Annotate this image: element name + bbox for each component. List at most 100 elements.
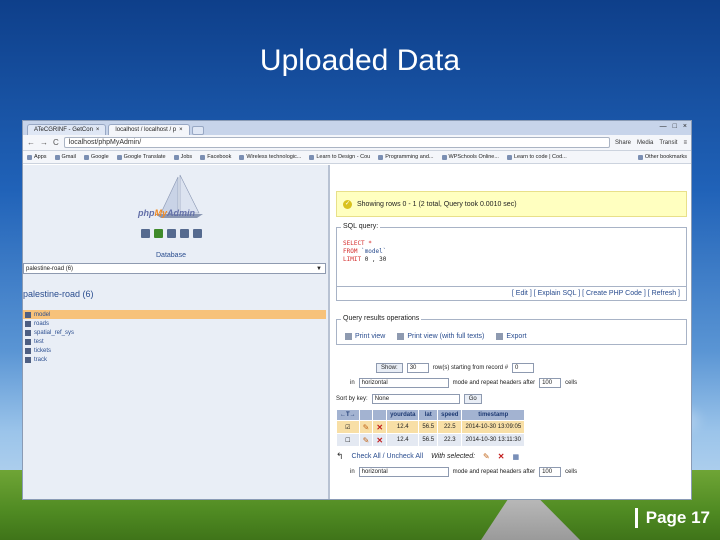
database-select[interactable]: palestine-road (6) ▼ xyxy=(23,263,326,274)
bulk-edit-icon[interactable]: ✎ xyxy=(483,452,490,461)
table-item-track[interactable]: track xyxy=(23,355,326,364)
other-bookmarks[interactable]: Other bookmarks xyxy=(637,154,687,160)
delete-icon[interactable]: ✕ xyxy=(372,420,388,434)
table-icon xyxy=(25,347,31,354)
docs-icon[interactable] xyxy=(180,229,189,238)
maximize-icon[interactable]: □ xyxy=(673,123,677,130)
menu-icon[interactable]: ≡ xyxy=(683,140,687,146)
edit-icon[interactable]: ✎ xyxy=(358,433,374,447)
column-header-speed[interactable]: speed xyxy=(437,409,463,421)
transit-button[interactable]: Transit xyxy=(659,140,677,146)
page-number-label: Page 17 xyxy=(634,508,710,528)
results-table: ←T→ yourdata lat speed timestamp ☑ ✎ ✕ 1… xyxy=(336,409,526,447)
share-button[interactable]: Share xyxy=(615,140,631,146)
bookmark-facebook[interactable]: Facebook xyxy=(200,154,231,160)
print-icon xyxy=(345,333,352,340)
check-all-link[interactable]: Check All / Uncheck All xyxy=(352,453,424,460)
page-icon xyxy=(441,154,447,160)
chevron-down-icon: ▼ xyxy=(316,266,322,272)
delete-icon[interactable]: ✕ xyxy=(372,433,388,447)
bookmark-w3schools[interactable]: WPSchools Online... xyxy=(441,154,499,160)
bookmarks-bar: Apps Gmail Google Google Translate Jobs … xyxy=(23,151,691,164)
tab-label: ATeCGRINF - GetCon xyxy=(34,127,93,133)
column-header-timestamp[interactable]: timestamp xyxy=(461,409,526,421)
folder-icon xyxy=(637,154,643,160)
mode-select[interactable]: horizontal xyxy=(358,378,449,388)
table-item-roads[interactable]: roads xyxy=(23,319,326,328)
sql-icon[interactable] xyxy=(154,229,163,238)
browser-tab-2[interactable]: localhost / localhost / p × xyxy=(108,124,190,135)
close-icon[interactable]: × xyxy=(179,127,183,133)
table-item-model[interactable]: model xyxy=(23,310,326,319)
bookmark-jobs[interactable]: Jobs xyxy=(173,154,192,160)
table-list: model roads spatial_ref_sys test tickets… xyxy=(23,310,326,364)
jobs-icon xyxy=(173,154,179,160)
tab-label: localhost / localhost / p xyxy=(115,127,177,133)
show-button[interactable]: Show: xyxy=(376,363,403,373)
row-checkbox[interactable]: ☑ xyxy=(336,420,360,434)
column-options-header[interactable]: ←T→ xyxy=(336,409,360,421)
row-checkbox[interactable]: ☐ xyxy=(336,433,360,447)
mode-select[interactable]: horizontal xyxy=(358,467,449,477)
reload-icon[interactable]: C xyxy=(53,138,59,147)
back-icon[interactable]: ← xyxy=(27,138,35,147)
bookmark-translate[interactable]: Google Translate xyxy=(116,154,166,160)
bookmark-apps[interactable]: Apps xyxy=(27,154,47,160)
sort-row: Sort by key: None Go xyxy=(336,394,482,404)
table-icon xyxy=(25,338,31,345)
bookmark-google[interactable]: Google xyxy=(83,154,109,160)
bookmark-wireless[interactable]: Wireless technologic... xyxy=(239,154,301,160)
print-view-link[interactable]: Print view xyxy=(345,333,385,340)
mode-row: in horizontal mode and repeat headers af… xyxy=(350,378,577,388)
gmail-icon xyxy=(54,154,60,160)
operations-legend: Query results operations xyxy=(341,315,422,322)
repeat-headers-input[interactable]: 100 xyxy=(539,378,562,388)
query-results-operations: Query results operations Print view Prin… xyxy=(336,315,687,345)
rows-label: row(s) starting from record # xyxy=(432,365,509,371)
home-icon[interactable] xyxy=(141,229,150,238)
address-bar[interactable]: localhost/phpMyAdmin/ xyxy=(63,137,610,148)
sql-action-links[interactable]: [ Edit ] [ Explain SQL ] [ Create PHP Co… xyxy=(336,287,687,301)
bookmark-gmail[interactable]: Gmail xyxy=(54,154,76,160)
close-window-icon[interactable]: × xyxy=(683,123,687,130)
database-label: Database xyxy=(156,252,186,259)
export-link[interactable]: Export xyxy=(496,333,527,340)
rows-input[interactable]: 30 xyxy=(406,363,429,373)
browser-toolbar: ← → C localhost/phpMyAdmin/ Share Media … xyxy=(23,135,691,151)
new-tab-button[interactable] xyxy=(191,126,204,135)
browser-tab-1[interactable]: ATeCGRINF - GetCon × xyxy=(27,124,107,135)
close-icon[interactable]: × xyxy=(96,127,100,133)
column-header-lat[interactable]: lat xyxy=(418,409,439,421)
table-item-spatial-ref-sys[interactable]: spatial_ref_sys xyxy=(23,328,326,337)
database-heading-link[interactable]: palestine-road (6) xyxy=(23,289,94,299)
table-item-tickets[interactable]: tickets xyxy=(23,346,326,355)
start-record-input[interactable]: 0 xyxy=(512,363,535,373)
in-label: in xyxy=(350,380,355,386)
bulk-delete-icon[interactable]: ✕ xyxy=(498,452,505,461)
go-button[interactable]: Go xyxy=(463,394,482,404)
column-header-spacer xyxy=(372,409,388,421)
print-view-full-link[interactable]: Print view (with full texts) xyxy=(397,333,484,340)
bookmark-programming[interactable]: Programming and... xyxy=(378,154,434,160)
pma-quick-icons xyxy=(141,229,202,238)
media-button[interactable]: Media xyxy=(637,140,653,146)
bulk-actions-row: ↰ Check All / Uncheck All With selected:… xyxy=(336,451,519,462)
table-icon xyxy=(25,356,31,363)
cell-speed: 22.5 xyxy=(437,420,463,434)
help-icon[interactable] xyxy=(193,229,202,238)
bulk-export-icon[interactable]: ▦ xyxy=(512,453,519,461)
repeat-headers-input[interactable]: 100 xyxy=(539,467,562,477)
page-icon xyxy=(378,154,384,160)
table-item-test[interactable]: test xyxy=(23,337,326,346)
bookmark-learn-code[interactable]: Learn to code | Cod... xyxy=(506,154,567,160)
column-header-yourdata[interactable]: yourdata xyxy=(386,409,420,421)
minimize-icon[interactable]: — xyxy=(660,123,667,130)
query-window-icon[interactable] xyxy=(167,229,176,238)
forward-icon[interactable]: → xyxy=(40,138,48,147)
bookmark-learn-design[interactable]: Learn to Design - Cou xyxy=(309,154,370,160)
tab-strip: ATeCGRINF - GetCon × localhost / localho… xyxy=(23,121,691,135)
in-label: in xyxy=(350,469,355,475)
edit-icon[interactable]: ✎ xyxy=(358,420,374,434)
pma-main-pane: ✓ Showing rows 0 - 1 (2 total, Query too… xyxy=(330,165,691,499)
sort-key-select[interactable]: None xyxy=(371,394,460,404)
